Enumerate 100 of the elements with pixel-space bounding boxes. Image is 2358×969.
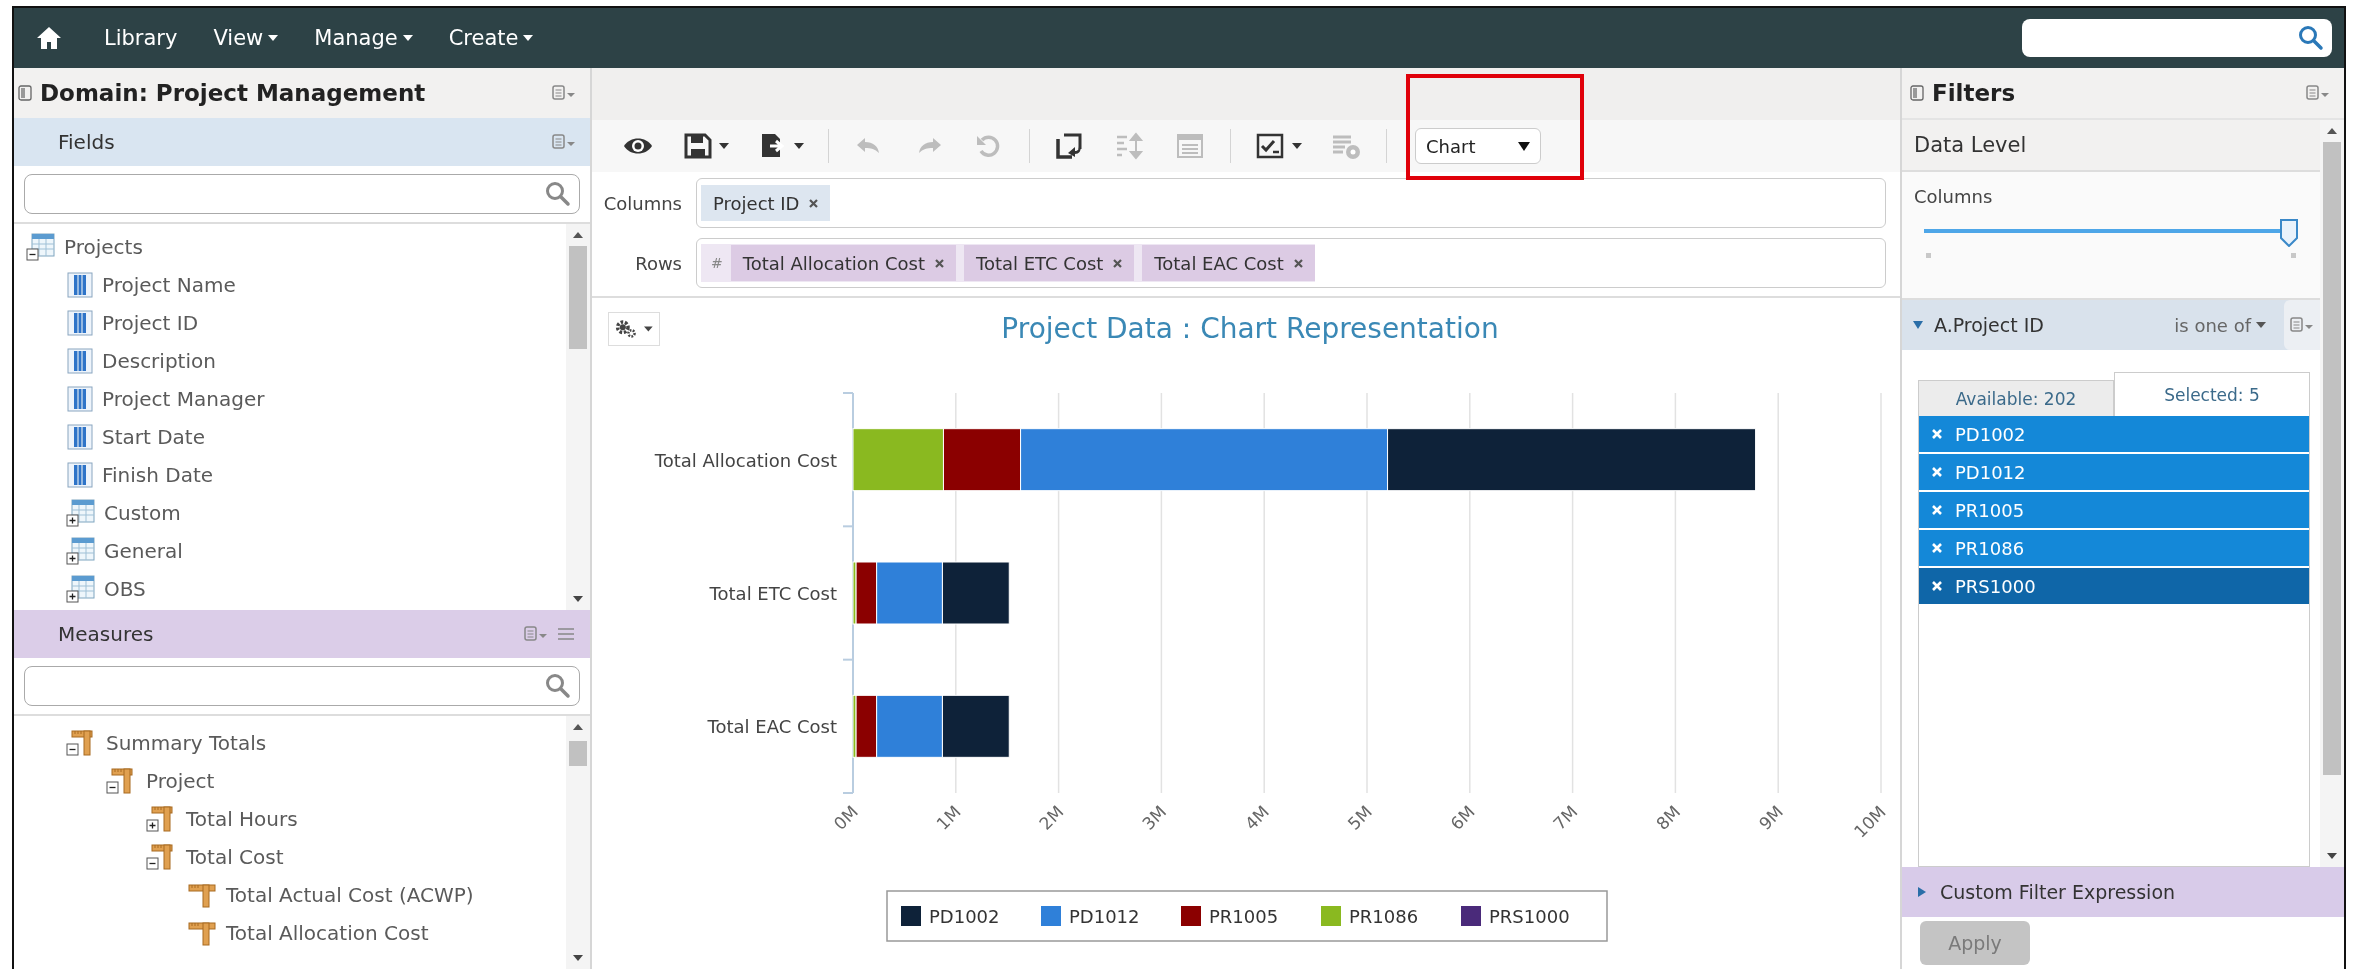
selected-value[interactable]: PD1012 bbox=[1919, 454, 2309, 490]
column-icon bbox=[66, 423, 94, 451]
selected-value[interactable]: PRS1000 bbox=[1919, 568, 2309, 604]
remove-icon[interactable] bbox=[934, 258, 944, 268]
section-title: Custom Filter Expression bbox=[1940, 881, 2176, 903]
tree-item[interactable]: Summary Totals bbox=[66, 724, 566, 762]
axis-tick-label: 3M bbox=[1138, 801, 1171, 834]
caret-icon bbox=[719, 143, 729, 149]
tree-item[interactable]: OBS bbox=[66, 570, 566, 608]
tree-item-label: OBS bbox=[104, 577, 146, 601]
nav-menu[interactable]: View bbox=[213, 26, 279, 50]
axis-tick-label: 6M bbox=[1446, 801, 1479, 834]
row-pill[interactable]: Total ETC Cost bbox=[963, 245, 1135, 281]
legend-label: PD1012 bbox=[1069, 906, 1140, 927]
column-pill[interactable]: Project ID bbox=[701, 185, 831, 221]
remove-icon[interactable] bbox=[1293, 258, 1303, 268]
column-icon bbox=[66, 385, 94, 413]
column-icon bbox=[66, 461, 94, 489]
search-field[interactable] bbox=[2022, 19, 2332, 57]
table-icon bbox=[66, 536, 96, 566]
search-field[interactable] bbox=[24, 666, 580, 706]
selected-value[interactable]: PR1086 bbox=[1919, 530, 2309, 566]
view-type-select[interactable]: Chart bbox=[1415, 128, 1541, 164]
scroll-up-icon[interactable] bbox=[2325, 126, 2339, 136]
caret-icon bbox=[268, 35, 279, 41]
scroll-up-icon[interactable] bbox=[571, 230, 585, 240]
home-icon[interactable] bbox=[36, 26, 62, 50]
selected-value[interactable]: PD1002 bbox=[1919, 416, 2309, 452]
scrollbar-thumb[interactable] bbox=[569, 740, 587, 766]
tree-item[interactable]: Start Date bbox=[66, 418, 566, 456]
nav-menu[interactable]: Library bbox=[104, 26, 178, 50]
nav-menu[interactable]: Create bbox=[448, 26, 534, 50]
list-icon bbox=[1174, 131, 1206, 161]
panel-menu-icon[interactable] bbox=[2306, 85, 2330, 101]
rows-drop-zone[interactable]: # Total Allocation Cost Total ETC Cost Total EAC Cost bbox=[696, 238, 1886, 288]
panel-menu-icon[interactable] bbox=[552, 134, 576, 150]
scroll-down-icon[interactable] bbox=[2325, 851, 2339, 861]
caret-icon bbox=[523, 35, 534, 41]
remove-icon[interactable] bbox=[1113, 258, 1123, 268]
slider-thumb[interactable] bbox=[2280, 219, 2298, 247]
caret-icon bbox=[794, 143, 804, 149]
rows-label: Rows bbox=[634, 252, 682, 274]
scrollbar-thumb[interactable] bbox=[569, 246, 587, 349]
tree-item[interactable]: Project Name bbox=[66, 266, 566, 304]
search-field[interactable] bbox=[24, 174, 580, 214]
scrollbar-thumb[interactable] bbox=[2323, 142, 2341, 775]
scrollbar[interactable] bbox=[2320, 120, 2344, 867]
collapse-icon[interactable] bbox=[1910, 85, 1924, 101]
filter-tab[interactable]: Available: 202 bbox=[1918, 380, 2114, 416]
panel-menu-icon[interactable] bbox=[524, 626, 548, 642]
axis-tick-label: 7M bbox=[1549, 801, 1582, 834]
tick-mark bbox=[2291, 253, 2296, 258]
tree-item[interactable]: General bbox=[66, 532, 566, 570]
section-title: Measures bbox=[58, 622, 155, 646]
remove-icon[interactable] bbox=[809, 198, 819, 208]
tree-item-label: Finish Date bbox=[102, 463, 214, 487]
search-icon[interactable] bbox=[2298, 25, 2324, 51]
columns-drop-zone[interactable]: Project ID bbox=[696, 178, 1886, 228]
caret-icon bbox=[1292, 143, 1302, 149]
collapsed-triangle-icon[interactable] bbox=[1916, 886, 1928, 898]
section-title: Data Level bbox=[1902, 120, 2320, 172]
selected-value[interactable]: PR1005 bbox=[1919, 492, 2309, 528]
chart-title: Project Data : Chart Representation bbox=[1001, 312, 1499, 345]
category-label: Total Allocation Cost bbox=[654, 449, 837, 471]
tree-item[interactable]: Custom bbox=[66, 494, 566, 532]
custom-expression-header[interactable]: Custom Filter Expression bbox=[1902, 867, 2344, 917]
tree-item[interactable]: Finish Date bbox=[66, 456, 566, 494]
tree-item-label: Total Allocation Cost bbox=[226, 921, 429, 945]
chart-options-button[interactable] bbox=[608, 312, 660, 346]
scroll-down-icon[interactable] bbox=[571, 953, 585, 963]
panel-menu-icon[interactable] bbox=[552, 85, 576, 101]
row-pill[interactable]: Total EAC Cost bbox=[1142, 245, 1315, 281]
operator-dropdown[interactable]: is one of bbox=[2174, 314, 2266, 336]
scroll-up-icon[interactable] bbox=[571, 722, 585, 732]
nav-menu[interactable]: Manage bbox=[314, 26, 413, 50]
scrollbar[interactable] bbox=[566, 224, 590, 610]
tree-item[interactable]: Description bbox=[66, 342, 566, 380]
category-label: Total EAC Cost bbox=[707, 716, 837, 738]
tree-item-label: Total Actual Cost (ACWP) bbox=[226, 883, 474, 907]
tree-item-label: Custom bbox=[104, 501, 181, 525]
measure-marker: # bbox=[711, 255, 723, 271]
row-pill[interactable]: Total Allocation Cost bbox=[730, 245, 956, 281]
tree-item[interactable]: Project Manager bbox=[66, 380, 566, 418]
tree-item[interactable]: Projects bbox=[26, 228, 566, 266]
section-title: Fields bbox=[58, 130, 116, 154]
scrollbar[interactable] bbox=[566, 716, 590, 969]
tree-item[interactable]: Project bbox=[106, 762, 566, 800]
search-icon[interactable] bbox=[545, 673, 571, 699]
tree-item[interactable]: Total Hours bbox=[146, 800, 566, 838]
tree-item[interactable]: Total Actual Cost (ACWP) bbox=[186, 876, 566, 914]
tree-item[interactable]: Project ID bbox=[66, 304, 566, 342]
tree-item[interactable]: Total Allocation Cost bbox=[186, 914, 566, 952]
collapse-icon[interactable] bbox=[18, 85, 32, 101]
filter-tab[interactable]: Selected: 5 bbox=[2114, 372, 2310, 416]
tree-item-label: Summary Totals bbox=[106, 731, 267, 755]
scroll-down-icon[interactable] bbox=[571, 594, 585, 604]
panel-menu-icon[interactable] bbox=[2290, 317, 2314, 333]
tree-item[interactable]: Total Cost bbox=[146, 838, 566, 876]
expanded-triangle-icon[interactable] bbox=[1912, 319, 1924, 331]
search-icon[interactable] bbox=[545, 181, 571, 207]
